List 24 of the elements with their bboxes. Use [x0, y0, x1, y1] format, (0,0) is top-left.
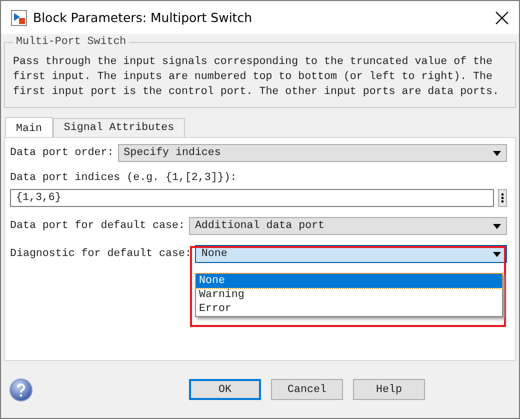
tab[interactable]: Main	[5, 117, 53, 138]
caret-icon	[493, 224, 501, 228]
description: Pass through the input signals corresponding to the truncated value of the first input. The inputs are numbered top to bottom (or left to right). The first input port is the control port. The other input ports are data ports.	[13, 55, 500, 100]
field-label: Data port for default case:	[10, 220, 185, 232]
dropdown-option[interactable]: None	[196, 274, 502, 288]
dropdown[interactable]: Additional data port	[188, 217, 507, 235]
close-icon[interactable]	[495, 10, 509, 24]
dropdown[interactable]: Specify indices	[118, 144, 507, 162]
input-field[interactable]: {1,3,6}	[10, 189, 494, 207]
help-icon[interactable]	[9, 378, 33, 402]
block-icon	[11, 10, 27, 26]
caret-icon	[493, 150, 501, 156]
field-label: Data port indices (e.g. {1,[2,3]}):	[10, 172, 238, 184]
tab[interactable]: Signal Attributes	[52, 118, 186, 137]
dropdown-option[interactable]: Warning	[196, 288, 502, 302]
dialog-button[interactable]: OK	[189, 379, 261, 400]
more-icon[interactable]	[498, 189, 507, 207]
caret-icon	[493, 252, 501, 256]
dialog-button[interactable]: Cancel	[271, 379, 343, 400]
field-label: Data port order:	[10, 147, 114, 159]
field-label: Diagnostic for default case:	[10, 248, 192, 260]
dialog-button[interactable]: Help	[353, 379, 425, 400]
dropdown-option[interactable]: Error	[196, 302, 502, 316]
window-title: Block Parameters: Multiport Switch	[33, 10, 253, 25]
